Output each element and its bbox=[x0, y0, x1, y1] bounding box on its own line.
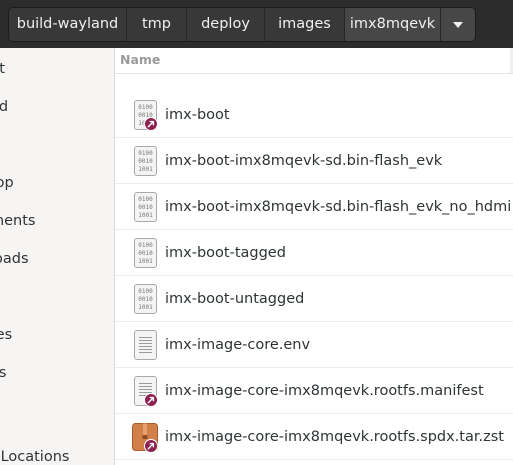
sidebar-item-1[interactable]: nt bbox=[0, 56, 5, 82]
svg-text:1001: 1001 bbox=[138, 258, 153, 265]
list-item-imx-boot-sd-flash-evk-no-hdmi[interactable]: 0100 0010 1001 imx-boot-imx8mqevk-sd.bin… bbox=[115, 184, 513, 230]
text-file-icon bbox=[134, 330, 157, 360]
file-name: imx-image-core-imx8mqevk.rootfs.manifest bbox=[165, 383, 484, 399]
sidebar-item-2[interactable]: ed bbox=[0, 94, 8, 120]
sidebar-item-9[interactable]: os bbox=[0, 360, 6, 386]
file-name: imx-image-core-imx8mqevk.rootfs.spdx.tar… bbox=[165, 429, 504, 445]
svg-text:0100: 0100 bbox=[138, 196, 153, 203]
sidebar-item-5[interactable]: ments bbox=[0, 208, 35, 234]
breadcrumb-deploy[interactable]: deploy bbox=[187, 8, 265, 41]
svg-text:0100: 0100 bbox=[138, 150, 153, 157]
symlink-badge-icon bbox=[144, 393, 158, 407]
column-header-label: Name bbox=[120, 52, 161, 67]
svg-text:0010: 0010 bbox=[138, 204, 153, 211]
breadcrumb-menu-button[interactable] bbox=[441, 8, 475, 41]
svg-text:1001: 1001 bbox=[138, 166, 153, 173]
binary-file-icon: 0100 0010 1001 bbox=[134, 238, 157, 268]
svg-text:1001: 1001 bbox=[138, 304, 153, 311]
breadcrumb: build-wayland tmp deploy images imx8mqev… bbox=[8, 7, 476, 42]
svg-text:0100: 0100 bbox=[138, 104, 153, 111]
sidebar-item-other-locations[interactable]: r Locations bbox=[0, 444, 69, 465]
list-item-imx-boot-untagged[interactable]: 0100 0010 1001 imx-boot-untagged bbox=[115, 276, 513, 322]
file-name: imx-boot-tagged bbox=[165, 245, 286, 261]
file-name: imx-boot-imx8mqevk-sd.bin-flash_evk bbox=[165, 153, 443, 169]
breadcrumb-images[interactable]: images bbox=[265, 8, 345, 41]
file-name: imx-boot-untagged bbox=[165, 291, 305, 307]
svg-text:0100: 0100 bbox=[138, 288, 153, 295]
file-list: Name 1001 0100 0010 1001 bbox=[115, 48, 513, 465]
list-item-imx-boot-sd-flash-evk[interactable]: 0100 0010 1001 imx-boot-imx8mqevk-sd.bin… bbox=[115, 138, 513, 184]
file-name: imx-image-core.env bbox=[165, 337, 311, 353]
binary-file-icon: 0100 0010 1001 bbox=[134, 192, 157, 222]
list-item-imx-image-core-rootfs-manifest[interactable]: imx-image-core-imx8mqevk.rootfs.manifest bbox=[115, 368, 513, 414]
svg-text:0010: 0010 bbox=[138, 296, 153, 303]
sidebar-item-8[interactable]: res bbox=[0, 322, 12, 348]
list-item-imx-boot[interactable]: 0100 0010 1001 imx-boot bbox=[115, 92, 513, 138]
column-header-name[interactable]: Name bbox=[115, 48, 513, 74]
breadcrumb-tmp[interactable]: tmp bbox=[127, 8, 187, 41]
sidebar-item-4[interactable]: top bbox=[0, 170, 14, 196]
triangle-down-icon bbox=[453, 21, 463, 28]
svg-text:0010: 0010 bbox=[138, 158, 153, 165]
sidebar-item-6[interactable]: loads bbox=[0, 246, 29, 272]
svg-text:0100: 0100 bbox=[138, 242, 153, 249]
list-item-imx-image-core-env[interactable]: imx-image-core.env bbox=[115, 322, 513, 368]
binary-file-icon: 0100 0010 1001 bbox=[134, 100, 158, 131]
header-bar: build-wayland tmp deploy images imx8mqev… bbox=[0, 0, 513, 48]
file-name: imx-boot-imx8mqevk-sd.bin-flash_evk_no_h… bbox=[165, 199, 512, 215]
svg-text:0010: 0010 bbox=[138, 250, 153, 257]
sidebar: nt ed e top ments loads res os r Locatio… bbox=[0, 48, 115, 465]
binary-file-icon: 0100 0010 1001 bbox=[134, 146, 157, 176]
symlink-badge-icon bbox=[144, 439, 158, 453]
archive-file-icon bbox=[132, 423, 158, 453]
list-item-imx-boot-tagged[interactable]: 0100 0010 1001 imx-boot-tagged bbox=[115, 230, 513, 276]
text-file-icon bbox=[134, 376, 158, 407]
list-item-imx-image-core-rootfs-spdx-tar-zst[interactable]: imx-image-core-imx8mqevk.rootfs.spdx.tar… bbox=[115, 414, 513, 460]
binary-file-icon: 0100 0010 1001 bbox=[134, 284, 157, 314]
file-name: imx-boot bbox=[165, 107, 230, 123]
breadcrumb-build-wayland[interactable]: build-wayland bbox=[9, 8, 127, 41]
breadcrumb-imx8mqevk[interactable]: imx8mqevk bbox=[345, 8, 441, 41]
svg-text:1001: 1001 bbox=[138, 212, 153, 219]
symlink-badge-icon bbox=[144, 117, 158, 131]
